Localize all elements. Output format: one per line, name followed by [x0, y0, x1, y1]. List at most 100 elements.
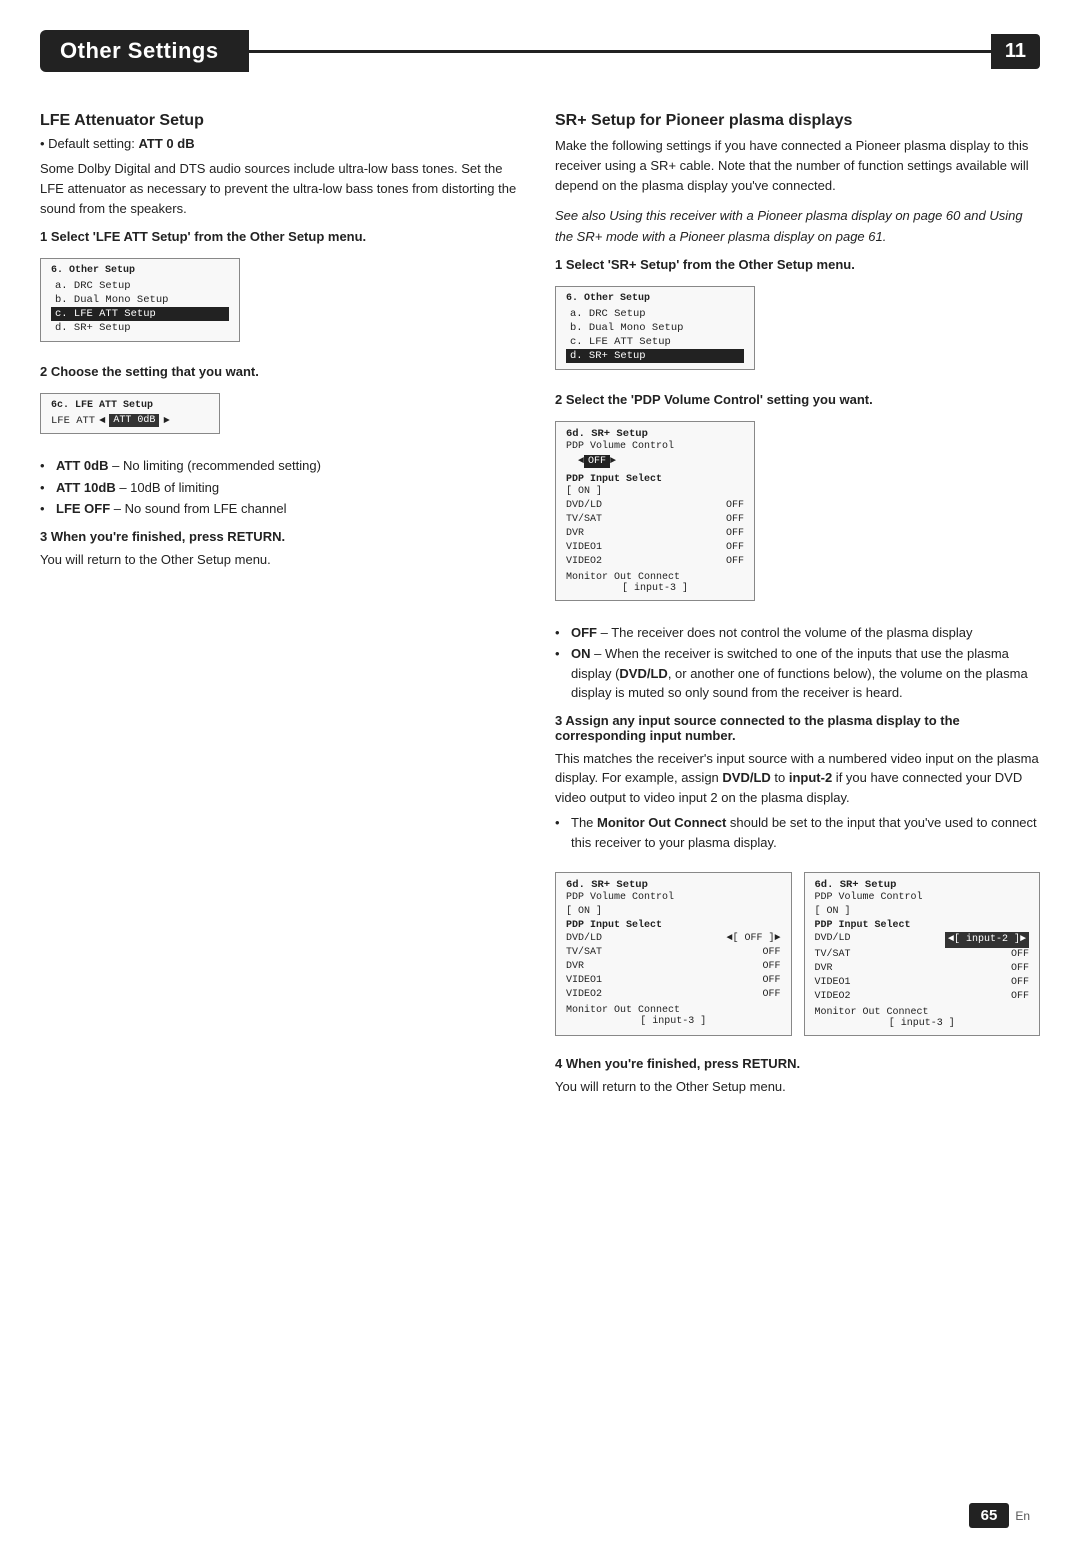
main-content: LFE Attenuator Setup • Default setting: …: [40, 112, 1040, 1109]
lfe-step2-screen: 6c. LFE ATT Setup LFE ATT ◄ ATT 0dB ►: [40, 393, 220, 434]
left-column: LFE Attenuator Setup • Default setting: …: [40, 112, 525, 1109]
dual-screen-right: 6d. SR+ Setup PDP Volume Control [ ON ] …: [804, 872, 1041, 1036]
dual-right-monitor-label: Monitor Out Connect: [815, 1007, 1030, 1018]
sr-see-also: See also Using this receiver with a Pion…: [555, 206, 1040, 246]
dual-screens: 6d. SR+ Setup PDP Volume Control [ ON ] …: [555, 864, 1040, 1046]
sr-screen1-item2: c. LFE ATT Setup: [566, 335, 744, 349]
dual-right-title: 6d. SR+ Setup: [815, 879, 1030, 891]
sr-screen1-item0: a. DRC Setup: [566, 307, 744, 321]
page-number: 65: [969, 1503, 1010, 1528]
dual-right-row-video2: VIDEO2OFF: [815, 990, 1030, 1004]
dual-right-volume-on: [ ON ]: [815, 906, 1030, 917]
lfe-step3-header: 3 When you're finished, press RETURN.: [40, 529, 525, 544]
sr-step4: 4 When you're finished, press RETURN. Yo…: [555, 1056, 1040, 1097]
dual-left-monitor-label: Monitor Out Connect: [566, 1005, 781, 1016]
lfe-screen1-item0: a. DRC Setup: [51, 279, 229, 293]
pdp-row-video2: VIDEO2OFF: [566, 555, 744, 569]
sr-body1: Make the following settings if you have …: [555, 136, 1040, 196]
lfe-default-label: • Default setting: ATT 0 dB: [40, 136, 525, 151]
lfe-screen1-item1: b. Dual Mono Setup: [51, 293, 229, 307]
pdp-row-video1: VIDEO1OFF: [566, 541, 744, 555]
pdp-row-tvsat: TV/SATOFF: [566, 513, 744, 527]
sr-step2-screen: 6d. SR+ Setup PDP Volume Control ◄OFF► P…: [555, 421, 755, 601]
sr-step1-header: 1 Select 'SR+ Setup' from the Other Setu…: [555, 257, 1040, 272]
sr-step3-bullet-list: The Monitor Out Connect should be set to…: [555, 813, 1040, 852]
lfe-att-value: ATT 0dB: [109, 414, 159, 427]
pdp-input-bracket: [ ON ]: [566, 486, 744, 497]
sr-screen1-title: 6. Other Setup: [566, 293, 744, 304]
sr-step4-body: You will return to the Other Setup menu.: [555, 1077, 1040, 1097]
sr-bullet-off: OFF – The receiver does not control the …: [555, 623, 1040, 643]
dual-right-row-dvdld: DVD/LD◄[ input-2 ]►: [815, 932, 1030, 948]
dual-left-monitor-val: [ input-3 ]: [566, 1016, 781, 1027]
sr-step3-bullet: The Monitor Out Connect should be set to…: [555, 813, 1040, 852]
sr-step1: 1 Select 'SR+ Setup' from the Other Setu…: [555, 257, 1040, 380]
lfe-step2: 2 Choose the setting that you want. 6c. …: [40, 364, 525, 444]
dual-right-monitor-val: [ input-3 ]: [815, 1018, 1030, 1029]
lfe-bullet-2: LFE OFF – No sound from LFE channel: [40, 499, 525, 519]
chapter-number: 11: [991, 34, 1040, 69]
sr-step2-header: 2 Select the 'PDP Volume Control' settin…: [555, 392, 1040, 407]
sr-step4-header: 4 When you're finished, press RETURN.: [555, 1056, 1040, 1071]
dual-left-volume-label: PDP Volume Control: [566, 892, 781, 903]
dual-left-row-tvsat: TV/SATOFF: [566, 946, 781, 960]
dual-right-volume-label: PDP Volume Control: [815, 892, 1030, 903]
page-lang: En: [1015, 1509, 1030, 1523]
lfe-step1-header: 1 Select 'LFE ATT Setup' from the Other …: [40, 229, 525, 244]
header-divider: [249, 50, 991, 53]
header-bar: Other Settings 11: [40, 30, 1040, 72]
sr-bullet-on: ON – When the receiver is switched to on…: [555, 644, 1040, 703]
sr-step2: 2 Select the 'PDP Volume Control' settin…: [555, 392, 1040, 611]
lfe-body-text: Some Dolby Digital and DTS audio sources…: [40, 159, 525, 219]
page-number-bar: 65 En: [969, 1503, 1030, 1528]
lfe-bullet-0: ATT 0dB – No limiting (recommended setti…: [40, 456, 525, 476]
dual-right-row-dvr: DVROFF: [815, 962, 1030, 976]
lfe-step3-body: You will return to the Other Setup menu.: [40, 550, 525, 570]
sr-step3-body1: This matches the receiver's input source…: [555, 749, 1040, 808]
dual-left-row-video1: VIDEO1OFF: [566, 974, 781, 988]
lfe-section-title: LFE Attenuator Setup: [40, 112, 525, 130]
pdp-monitor-label: Monitor Out Connect: [566, 572, 744, 583]
pdp-volume-label: PDP Volume Control: [566, 441, 744, 452]
lfe-arrow-right: ►: [163, 415, 169, 427]
chapter-title: Other Settings: [40, 30, 249, 72]
dual-screen-left: 6d. SR+ Setup PDP Volume Control [ ON ] …: [555, 872, 792, 1036]
lfe-step1-screen: 6. Other Setup a. DRC Setup b. Dual Mono…: [40, 258, 240, 342]
lfe-screen2-row: LFE ATT ◄ ATT 0dB ►: [51, 414, 209, 427]
dual-left-row-dvdld: DVD/LD◄[ OFF ]►: [566, 932, 781, 946]
lfe-arrow-left: ◄: [99, 415, 105, 427]
pdp-input-section: PDP Input Select: [566, 474, 744, 485]
sr-section-title: SR+ Setup for Pioneer plasma displays: [555, 112, 1040, 130]
pdp-row-dvr: DVROFF: [566, 527, 744, 541]
sr-step3-header: 3 Assign any input source connected to t…: [555, 713, 1040, 743]
dual-right-input-section: PDP Input Select: [815, 920, 1030, 931]
lfe-screen1-title: 6. Other Setup: [51, 265, 229, 276]
lfe-step3: 3 When you're finished, press RETURN. Yo…: [40, 529, 525, 570]
dual-right-row-tvsat: TV/SATOFF: [815, 948, 1030, 962]
lfe-bullet-list: ATT 0dB – No limiting (recommended setti…: [40, 456, 525, 519]
sr-bullet-list: OFF – The receiver does not control the …: [555, 623, 1040, 703]
lfe-screen1-item3: d. SR+ Setup: [51, 321, 229, 335]
dual-left-title: 6d. SR+ Setup: [566, 879, 781, 891]
lfe-att-label: LFE ATT: [51, 415, 95, 427]
lfe-screen2-title: 6c. LFE ATT Setup: [51, 400, 209, 411]
right-column: SR+ Setup for Pioneer plasma displays Ma…: [555, 112, 1040, 1109]
sr-screen1-item3: d. SR+ Setup: [566, 349, 744, 363]
pdp-monitor-val: [ input-3 ]: [566, 583, 744, 594]
lfe-step1: 1 Select 'LFE ATT Setup' from the Other …: [40, 229, 525, 352]
sr-screen1-item1: b. Dual Mono Setup: [566, 321, 744, 335]
dual-left-input-section: PDP Input Select: [566, 920, 781, 931]
pdp-title: 6d. SR+ Setup: [566, 428, 744, 440]
lfe-screen1-item2: c. LFE ATT Setup: [51, 307, 229, 321]
lfe-default-value: ATT 0 dB: [139, 136, 195, 151]
pdp-row-dvdld: DVD/LDOFF: [566, 499, 744, 513]
dual-left-volume-on: [ ON ]: [566, 906, 781, 917]
dual-left-row-dvr: DVROFF: [566, 960, 781, 974]
lfe-bullet-1: ATT 10dB – 10dB of limiting: [40, 478, 525, 498]
dual-right-row-video1: VIDEO1OFF: [815, 976, 1030, 990]
lfe-step2-header: 2 Choose the setting that you want.: [40, 364, 525, 379]
pdp-volume-off-selected: ◄OFF►: [566, 455, 744, 471]
dual-left-row-video2: VIDEO2OFF: [566, 988, 781, 1002]
sr-step3: 3 Assign any input source connected to t…: [555, 713, 1040, 853]
sr-step1-screen: 6. Other Setup a. DRC Setup b. Dual Mono…: [555, 286, 755, 370]
